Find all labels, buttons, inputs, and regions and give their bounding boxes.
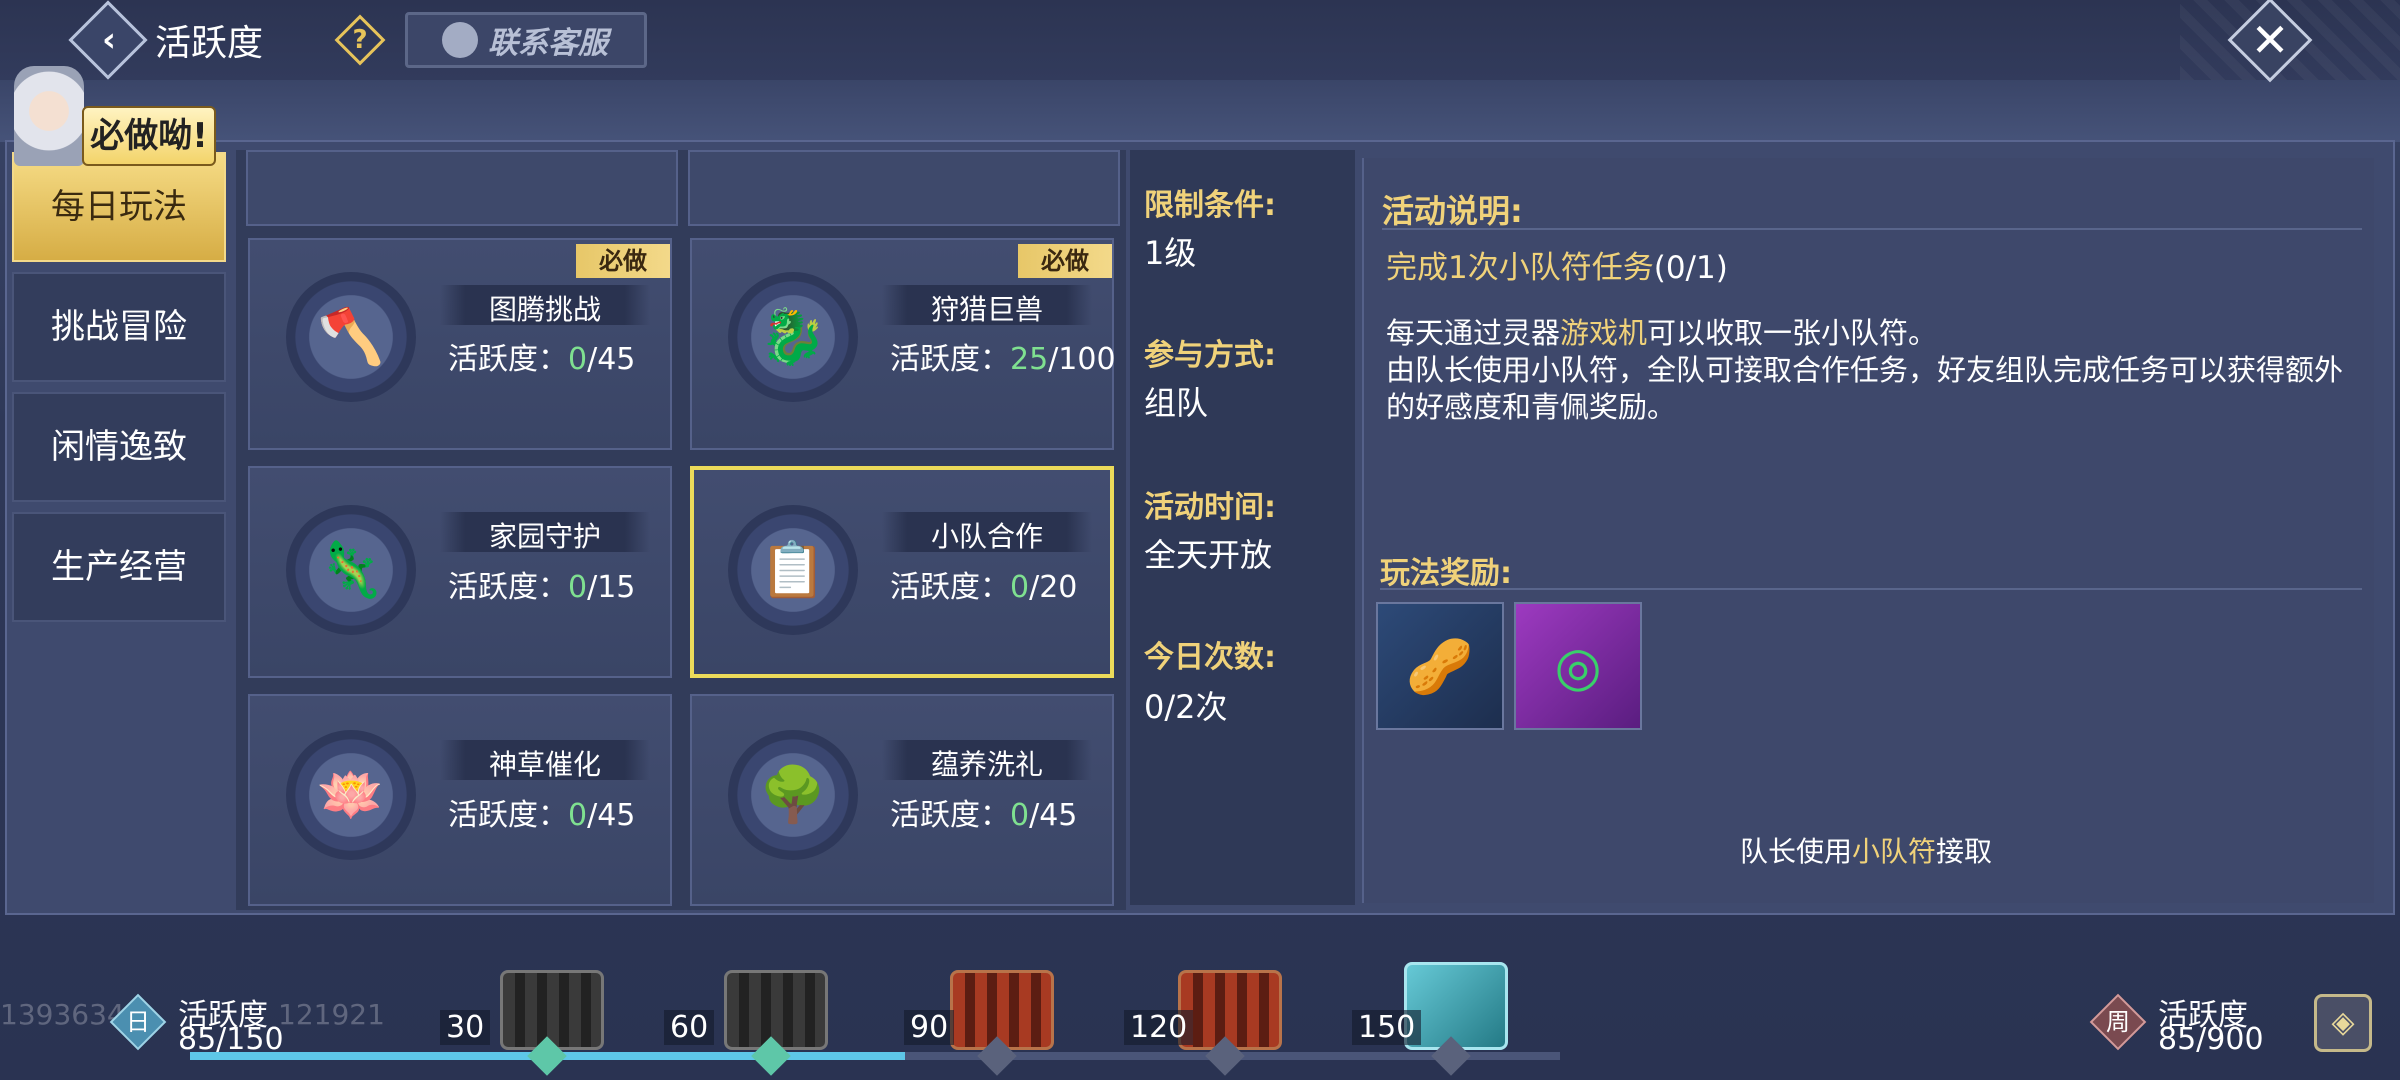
activity-points: 活跃度：0/45 xyxy=(448,798,636,833)
notepad-icon: 📋 xyxy=(759,538,827,601)
milestone-label: 120 xyxy=(1124,1010,1194,1045)
activity-name: 家园守护 xyxy=(488,520,601,553)
milestone-label: 30 xyxy=(440,1010,491,1045)
sidebar-item-daily[interactable]: 每日玩法 xyxy=(12,152,226,262)
count-value: 0/2次 xyxy=(1144,688,1228,726)
limit-label: 限制条件: xyxy=(1144,188,1276,223)
sidebar-item-production[interactable]: 生产经营 xyxy=(12,512,226,622)
sub-bar xyxy=(0,80,2400,142)
close-icon[interactable]: ✕ xyxy=(2240,10,2300,70)
activity-card-partial[interactable] xyxy=(688,150,1120,226)
description-line2: 由队长使用小队符，全队可接取合作任务，好友组队完成任务可以获得额外的好感度和青佩… xyxy=(1386,353,2344,424)
activity-points: 活跃度：0/20 xyxy=(890,570,1078,605)
divider xyxy=(1382,228,2362,230)
description-text: 每天通过灵器游戏机可以收取一张小队符。 由队长使用小队符，全队可接取合作任务，好… xyxy=(1386,315,2346,426)
activity-name: 图腾挑战 xyxy=(488,293,601,326)
divider xyxy=(1380,588,2362,590)
limit-value: 1级 xyxy=(1144,234,1197,272)
headset-icon xyxy=(442,22,478,58)
mode-label: 参与方式: xyxy=(1144,338,1276,373)
watermark-right: 121921 xyxy=(278,998,385,1031)
weekly-value: 85/900 xyxy=(2158,1022,2264,1057)
activity-name: 蕴养洗礼 xyxy=(930,748,1043,781)
avatar xyxy=(14,66,84,166)
weekly-icon-text: 周 xyxy=(2106,1008,2130,1036)
page-title: 活跃度 xyxy=(155,23,264,64)
back-arrow-icon[interactable]: ‹ xyxy=(94,20,124,60)
must-do-tag: 必做 xyxy=(576,244,670,278)
reward-title: 玩法奖励: xyxy=(1380,556,1512,591)
sidebar-item-leisure[interactable]: 闲情逸致 xyxy=(12,392,226,502)
activity-points: 活跃度：0/15 xyxy=(448,570,636,605)
contact-service-label[interactable]: 联系客服 xyxy=(488,18,608,62)
weekly-chest-icon[interactable]: ◈ xyxy=(2314,994,2372,1052)
milestone-label: 90 xyxy=(904,1010,955,1045)
activity-points: 活跃度：0/45 xyxy=(890,798,1078,833)
beast-icon: 🐉 xyxy=(759,305,827,368)
chest-120[interactable] xyxy=(1178,970,1282,1050)
tree-icon: 🌳 xyxy=(759,763,827,826)
task-text: 完成1次小队符任务(0/1) xyxy=(1386,250,1728,286)
watermark-left: 1393634 xyxy=(0,998,125,1031)
activity-card-partial[interactable] xyxy=(246,150,678,226)
daily-icon-text: 日 xyxy=(126,1008,150,1036)
time-value: 全天开放 xyxy=(1144,536,1273,574)
seed-icon: 🥜 xyxy=(1406,635,1474,698)
time-label: 活动时间: xyxy=(1144,490,1276,525)
jade-icon: ◎ xyxy=(1554,635,1602,698)
must-do-tag: 必做 xyxy=(1018,244,1112,278)
chest-90[interactable] xyxy=(950,970,1054,1050)
description-title: 活动说明: xyxy=(1382,192,1523,230)
milestone-label: 150 xyxy=(1352,1010,1422,1045)
activity-points: 活跃度：25/100 xyxy=(890,342,1116,377)
captain-hint: 队长使用小队符接取 xyxy=(1740,835,1993,868)
dragon-icon: 🦎 xyxy=(317,538,385,601)
chest-30[interactable] xyxy=(500,970,604,1050)
activity-name: 小队合作 xyxy=(930,520,1043,553)
activity-name: 神草催化 xyxy=(488,748,601,781)
sidebar-item-challenge[interactable]: 挑战冒险 xyxy=(12,272,226,382)
must-do-bubble: 必做呦! xyxy=(82,106,216,166)
axe-icon: 🪓 xyxy=(317,305,385,368)
activity-name: 狩猎巨兽 xyxy=(930,293,1043,326)
description-line1: 每天通过灵器游戏机可以收取一张小队符。 xyxy=(1386,316,1938,350)
chest-60[interactable] xyxy=(724,970,828,1050)
milestone-label: 60 xyxy=(664,1010,715,1045)
mode-value: 组队 xyxy=(1144,384,1209,422)
flower-icon: 🪷 xyxy=(317,763,385,826)
count-label: 今日次数: xyxy=(1144,640,1276,675)
activity-points: 活跃度：0/45 xyxy=(448,342,636,377)
question-icon[interactable]: ? xyxy=(342,20,378,60)
